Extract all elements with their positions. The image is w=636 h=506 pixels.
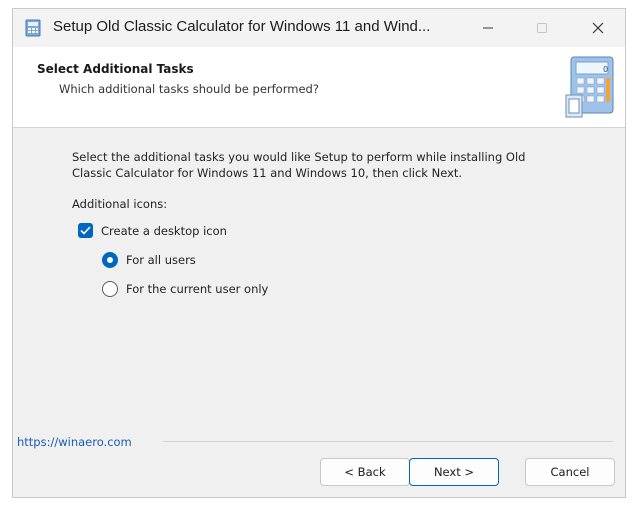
current-user-radio-row[interactable]: For the current user only — [102, 281, 268, 297]
checkmark-icon — [80, 226, 91, 235]
back-button[interactable]: < Back — [320, 458, 410, 486]
website-link[interactable]: https://winaero.com — [17, 435, 138, 449]
wizard-header: Select Additional Tasks Which additional… — [13, 47, 625, 128]
footer-divider — [163, 441, 613, 442]
minimize-icon — [483, 27, 493, 29]
svg-text:0: 0 — [603, 65, 608, 74]
close-icon — [592, 22, 604, 34]
additional-icons-label: Additional icons: — [72, 197, 168, 211]
instructions-text: Select the additional tasks you would li… — [72, 149, 592, 181]
next-button[interactable]: Next > — [409, 458, 499, 486]
setup-window: Setup Old Classic Calculator for Windows… — [12, 8, 626, 498]
cancel-button[interactable]: Cancel — [525, 458, 615, 486]
minimize-button[interactable] — [465, 9, 511, 47]
window-title: Setup Old Classic Calculator for Windows… — [53, 18, 431, 35]
installer-icon — [25, 19, 41, 37]
close-button[interactable] — [575, 9, 621, 47]
maximize-icon — [537, 23, 547, 33]
current-user-label: For the current user only — [126, 282, 269, 296]
page-title: Select Additional Tasks — [37, 62, 194, 76]
instructions-line-2: Classic Calculator for Windows 11 and Wi… — [72, 166, 463, 180]
current-user-radio[interactable] — [102, 281, 118, 297]
desktop-icon-checkbox-row[interactable]: Create a desktop icon — [78, 223, 227, 238]
page-subtitle: Which additional tasks should be perform… — [59, 82, 319, 96]
desktop-icon-label: Create a desktop icon — [101, 223, 227, 238]
maximize-button[interactable] — [519, 9, 565, 47]
all-users-label: For all users — [126, 253, 196, 267]
calculator-icon: 0 — [565, 56, 614, 118]
instructions-line-1: Select the additional tasks you would li… — [72, 150, 526, 164]
desktop-icon-checkbox[interactable] — [78, 223, 93, 238]
title-bar: Setup Old Classic Calculator for Windows… — [13, 9, 625, 47]
all-users-radio[interactable] — [102, 252, 118, 268]
all-users-radio-row[interactable]: For all users — [102, 252, 196, 268]
